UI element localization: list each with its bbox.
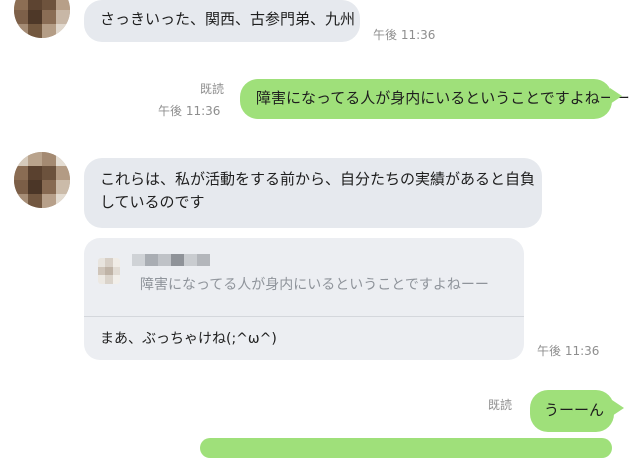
reply-message-text: まあ、ぶっちゃけね(;^ω^) [100,331,277,347]
quoted-message-text: 障害になってる人が身内にいるということですよねーー [140,277,489,293]
message-time: 午後 11:36 [537,344,600,358]
message-text: さっきいった、関西、古参門弟、九州 [100,10,356,28]
message-text-line: しているのです [100,193,205,211]
message-time: 午後 11:36 [373,28,436,42]
read-receipt: 既読 [200,82,225,96]
read-receipt: 既読 [488,398,513,412]
outgoing-message-bubble-partial[interactable] [200,438,612,458]
quoted-sender-thumbnail [98,258,120,284]
message-text: 障害になってる人が身内にいるということですよねーー [256,89,630,107]
bubble-tail [610,88,622,104]
outgoing-message-bubble[interactable]: うーーん [530,390,614,432]
incoming-message-bubble[interactable]: これらは、私が活動をする前から、自分たちの実績があると自負 しているのです [84,158,542,228]
sender-avatar[interactable] [14,152,70,208]
message-text-line: これらは、私が活動をする前から、自分たちの実績があると自負 [100,170,536,188]
quoted-sender-name-redacted [132,254,210,266]
quoted-message[interactable]: 障害になってる人が身内にいるということですよねーー [84,238,524,317]
message-text: うーーん [544,401,605,419]
bubble-tail [612,400,624,416]
chat-window: さっきいった、関西、古参門弟、九州 午後 11:36 既読 午後 11:36 障… [0,0,640,458]
incoming-message-bubble[interactable]: さっきいった、関西、古参門弟、九州 [84,0,360,42]
message-time: 午後 11:36 [158,104,221,118]
reply-message-card[interactable]: 障害になってる人が身内にいるということですよねーー まあ、ぶっちゃけね(;^ω^… [84,238,524,360]
sender-avatar[interactable] [14,0,70,38]
outgoing-message-bubble[interactable]: 障害になってる人が身内にいるということですよねーー [240,79,630,119]
